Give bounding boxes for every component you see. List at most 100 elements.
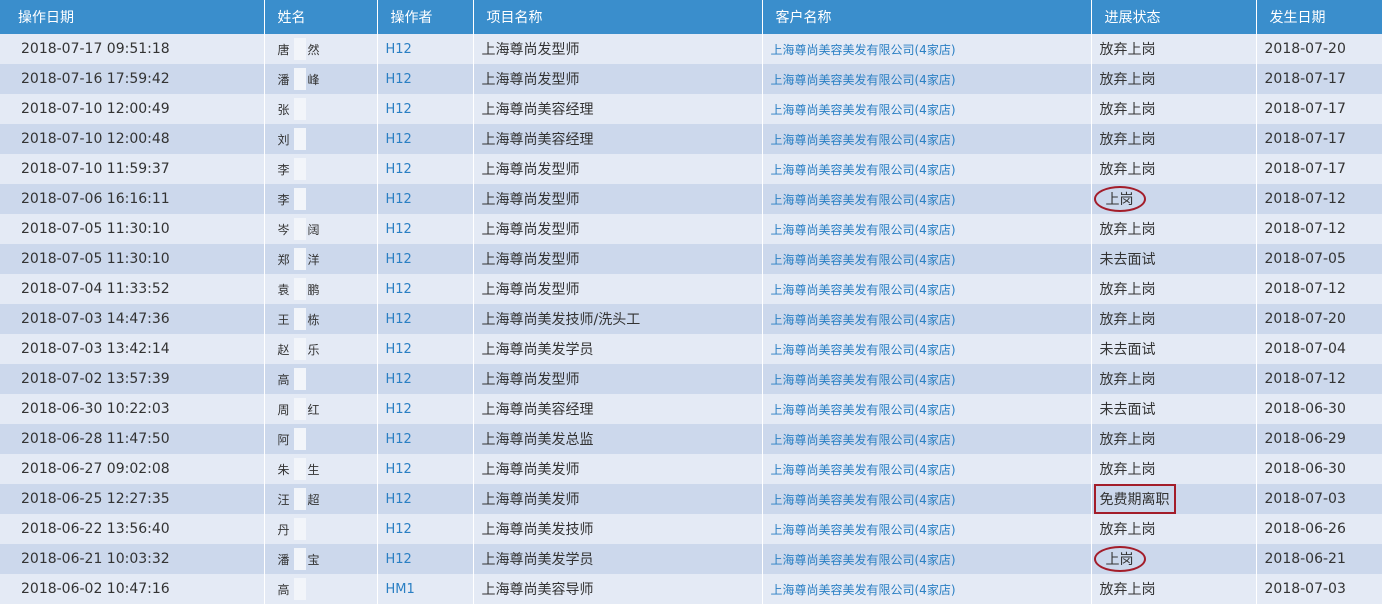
header-project-name[interactable]: 项目名称 — [473, 0, 763, 34]
cell-customer-link[interactable]: 上海尊尚美容美发有限公司(4家店) — [762, 154, 1092, 184]
cell-customer-link[interactable]: 上海尊尚美容美发有限公司(4家店) — [762, 304, 1092, 334]
cell-project-name: 上海尊尚发型师 — [473, 274, 763, 304]
table-row[interactable]: 2018-07-03 13:42:14 赵乐 H12 上海尊尚美发学员 上海尊尚美容美发… — [0, 334, 1382, 364]
cell-customer-link[interactable]: 上海尊尚美容美发有限公司(4家店) — [762, 454, 1092, 484]
name-first-char: 袁 — [277, 282, 290, 297]
table-row[interactable]: 2018-06-22 13:56:40 丹 H12 上海尊尚美发技师 上海尊尚美容美发有… — [0, 514, 1382, 544]
cell-customer-link[interactable]: 上海尊尚美容美发有限公司(4家店) — [762, 184, 1092, 214]
cell-occur-date: 2018-07-17 — [1256, 154, 1382, 184]
cell-customer-link[interactable]: 上海尊尚美容美发有限公司(4家店) — [762, 94, 1092, 124]
table-row[interactable]: 2018-07-04 11:33:52 袁鹏 H12 上海尊尚发型师 上海尊尚美容美发有… — [0, 274, 1382, 304]
table-row[interactable]: 2018-06-28 11:47:50 阿 H12 上海尊尚美发总监 上海尊尚美容美发有… — [0, 424, 1382, 454]
cell-progress-status: 上岗 — [1091, 184, 1257, 214]
cell-customer-link[interactable]: 上海尊尚美容美发有限公司(4家店) — [762, 424, 1092, 454]
header-operator[interactable]: 操作者 — [377, 0, 474, 34]
cell-customer-link[interactable]: 上海尊尚美容美发有限公司(4家店) — [762, 334, 1092, 364]
cell-customer-link[interactable]: 上海尊尚美容美发有限公司(4家店) — [762, 574, 1092, 604]
table-row[interactable]: 2018-07-05 11:30:10 郑洋 H12 上海尊尚发型师 上海尊尚美容美发有… — [0, 244, 1382, 274]
table-body: 2018-07-17 09:51:18 唐然 H12 上海尊尚发型师 上海尊尚美容美发有… — [0, 34, 1382, 604]
status-text: 放弃上岗 — [1099, 432, 1156, 448]
cell-customer-link[interactable]: 上海尊尚美容美发有限公司(4家店) — [762, 124, 1092, 154]
cell-customer-link[interactable]: 上海尊尚美容美发有限公司(4家店) — [762, 514, 1092, 544]
cell-operator-link[interactable]: H12 — [377, 64, 474, 94]
header-name[interactable]: 姓名 — [264, 0, 378, 34]
name-first-char: 周 — [277, 402, 290, 417]
table-row[interactable]: 2018-06-02 10:47:16 高 HM1 上海尊尚美容导师 上海尊尚美容美发有… — [0, 574, 1382, 604]
cell-operator-link[interactable]: H12 — [377, 214, 474, 244]
cell-operator-link[interactable]: H12 — [377, 304, 474, 334]
cell-project-name: 上海尊尚美发技师/洗头工 — [473, 304, 763, 334]
records-table: 操作日期 姓名 操作者 项目名称 客户名称 进展状态 发生日期 2018-07-… — [0, 0, 1382, 604]
cell-operator-link[interactable]: H12 — [377, 424, 474, 454]
cell-operator-link[interactable]: H12 — [377, 544, 474, 574]
cell-progress-status: 放弃上岗 — [1091, 274, 1257, 304]
table-row[interactable]: 2018-07-17 09:51:18 唐然 H12 上海尊尚发型师 上海尊尚美容美发有… — [0, 34, 1382, 64]
cell-operator-link[interactable]: H12 — [377, 124, 474, 154]
status-text: 放弃上岗 — [1099, 282, 1156, 298]
status-text: 放弃上岗 — [1099, 522, 1156, 538]
name-last-char: 洋 — [307, 252, 320, 267]
cell-operator-link[interactable]: H12 — [377, 34, 474, 64]
cell-occur-date: 2018-07-17 — [1256, 124, 1382, 154]
cell-operator-link[interactable]: HM1 — [377, 574, 474, 604]
table-row[interactable]: 2018-06-25 12:27:35 汪超 H12 上海尊尚美发师 上海尊尚美容美发有… — [0, 484, 1382, 514]
table-row[interactable]: 2018-07-03 14:47:36 王栋 H12 上海尊尚美发技师/洗头工 上海尊尚… — [0, 304, 1382, 334]
table-row[interactable]: 2018-07-10 12:00:48 刘 H12 上海尊尚美容经理 上海尊尚美容美发有… — [0, 124, 1382, 154]
header-progress-status[interactable]: 进展状态 — [1091, 0, 1257, 34]
cell-operator-link[interactable]: H12 — [377, 394, 474, 424]
cell-customer-link[interactable]: 上海尊尚美容美发有限公司(4家店) — [762, 544, 1092, 574]
cell-operator-link[interactable]: H12 — [377, 334, 474, 364]
table-row[interactable]: 2018-07-16 17:59:42 潘峰 H12 上海尊尚发型师 上海尊尚美容美发有… — [0, 64, 1382, 94]
cell-customer-link[interactable]: 上海尊尚美容美发有限公司(4家店) — [762, 364, 1092, 394]
cell-name: 郑洋 — [264, 244, 378, 274]
status-text: 放弃上岗 — [1099, 162, 1156, 178]
cell-occur-date: 2018-07-03 — [1256, 484, 1382, 514]
cell-operator-link[interactable]: H12 — [377, 274, 474, 304]
cell-operator-link[interactable]: H12 — [377, 484, 474, 514]
name-last-char: 宝 — [307, 552, 320, 567]
status-text: 放弃上岗 — [1099, 312, 1156, 328]
header-operate-date[interactable]: 操作日期 — [0, 0, 265, 34]
cell-operator-link[interactable]: H12 — [377, 184, 474, 214]
cell-occur-date: 2018-07-12 — [1256, 274, 1382, 304]
table-row[interactable]: 2018-07-06 16:16:11 李 H12 上海尊尚发型师 上海尊尚美容美发有限… — [0, 184, 1382, 214]
cell-name: 周红 — [264, 394, 378, 424]
table-row[interactable]: 2018-07-05 11:30:10 岑阔 H12 上海尊尚发型师 上海尊尚美容美发有… — [0, 214, 1382, 244]
cell-customer-link[interactable]: 上海尊尚美容美发有限公司(4家店) — [762, 244, 1092, 274]
cell-customer-link[interactable]: 上海尊尚美容美发有限公司(4家店) — [762, 274, 1092, 304]
cell-customer-link[interactable]: 上海尊尚美容美发有限公司(4家店) — [762, 394, 1092, 424]
header-occur-date[interactable]: 发生日期 — [1256, 0, 1382, 34]
cell-occur-date: 2018-06-26 — [1256, 514, 1382, 544]
redaction-mask — [293, 548, 306, 570]
cell-progress-status: 未去面试 — [1091, 244, 1257, 274]
cell-progress-status: 放弃上岗 — [1091, 574, 1257, 604]
cell-project-name: 上海尊尚美容经理 — [473, 394, 763, 424]
cell-customer-link[interactable]: 上海尊尚美容美发有限公司(4家店) — [762, 214, 1092, 244]
cell-operate-date: 2018-07-02 13:57:39 — [0, 364, 265, 394]
cell-project-name: 上海尊尚发型师 — [473, 64, 763, 94]
table-row[interactable]: 2018-07-10 12:00:49 张 H12 上海尊尚美容经理 上海尊尚美容美发有… — [0, 94, 1382, 124]
table-row[interactable]: 2018-07-02 13:57:39 高 H12 上海尊尚发型师 上海尊尚美容美发有限… — [0, 364, 1382, 394]
table-row[interactable]: 2018-07-10 11:59:37 李 H12 上海尊尚发型师 上海尊尚美容美发有限… — [0, 154, 1382, 184]
header-customer-name[interactable]: 客户名称 — [762, 0, 1092, 34]
cell-operate-date: 2018-06-25 12:27:35 — [0, 484, 265, 514]
cell-operate-date: 2018-07-10 12:00:48 — [0, 124, 265, 154]
name-first-char: 唐 — [277, 42, 290, 57]
cell-customer-link[interactable]: 上海尊尚美容美发有限公司(4家店) — [762, 34, 1092, 64]
cell-project-name: 上海尊尚发型师 — [473, 184, 763, 214]
cell-occur-date: 2018-07-03 — [1256, 574, 1382, 604]
table-row[interactable]: 2018-06-30 10:22:03 周红 H12 上海尊尚美容经理 上海尊尚美容美发… — [0, 394, 1382, 424]
cell-customer-link[interactable]: 上海尊尚美容美发有限公司(4家店) — [762, 64, 1092, 94]
name-first-char: 张 — [277, 102, 290, 117]
cell-operate-date: 2018-07-10 12:00:49 — [0, 94, 265, 124]
cell-operator-link[interactable]: H12 — [377, 94, 474, 124]
cell-operator-link[interactable]: H12 — [377, 154, 474, 184]
cell-operate-date: 2018-07-04 11:33:52 — [0, 274, 265, 304]
cell-operator-link[interactable]: H12 — [377, 514, 474, 544]
table-row[interactable]: 2018-06-21 10:03:32 潘宝 H12 上海尊尚美发学员 上海尊尚美容美发… — [0, 544, 1382, 574]
cell-operator-link[interactable]: H12 — [377, 244, 474, 274]
table-row[interactable]: 2018-06-27 09:02:08 朱生 H12 上海尊尚美发师 上海尊尚美容美发有… — [0, 454, 1382, 484]
cell-customer-link[interactable]: 上海尊尚美容美发有限公司(4家店) — [762, 484, 1092, 514]
cell-operator-link[interactable]: H12 — [377, 364, 474, 394]
cell-operator-link[interactable]: H12 — [377, 454, 474, 484]
